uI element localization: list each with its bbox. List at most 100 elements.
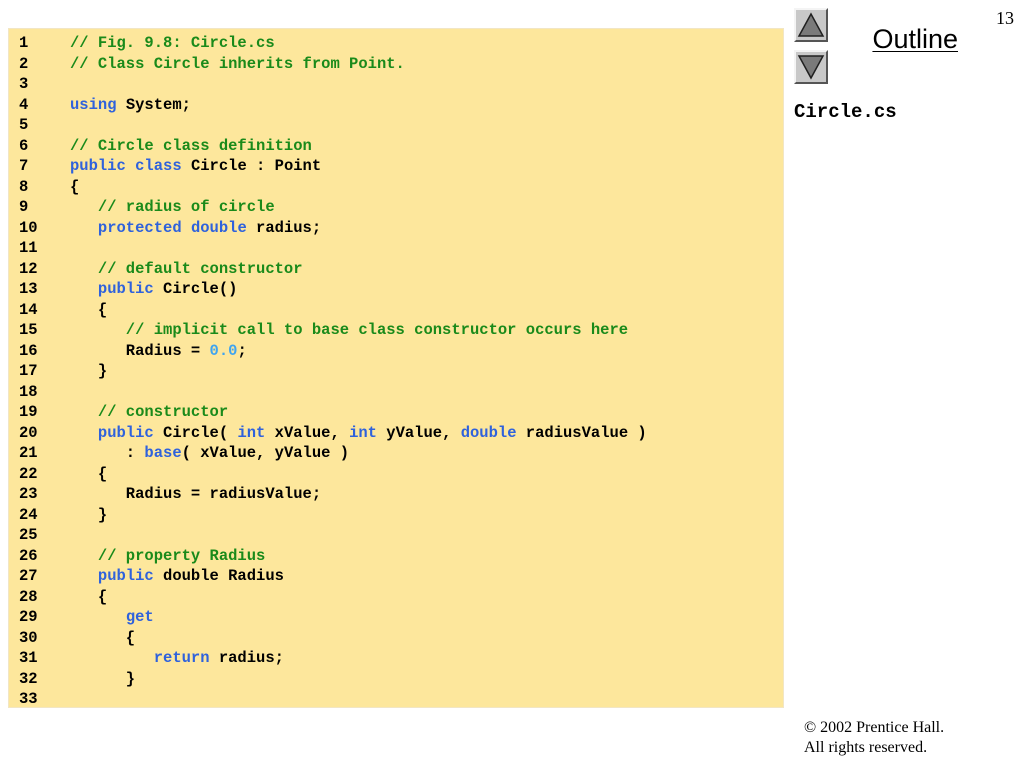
code-token-plain: Circle : Point xyxy=(181,157,322,175)
code-text: } xyxy=(70,505,107,526)
copyright-line-1: © 2002 Prentice Hall. xyxy=(804,719,945,736)
code-text: { xyxy=(70,177,79,198)
code-token-plain: ( xValue, yValue ) xyxy=(181,444,350,462)
code-text: Radius = radiusValue; xyxy=(70,484,321,505)
line-number: 28 xyxy=(19,587,38,606)
code-token-plain: Radius = radiusValue; xyxy=(70,485,322,503)
file-name-label: Circle.cs xyxy=(794,101,897,123)
code-text: public Circle( int xValue, int yValue, d… xyxy=(70,423,647,444)
code-token-plain: { xyxy=(70,587,108,606)
code-text: // property Radius xyxy=(70,546,265,567)
line-number: 22 xyxy=(19,464,38,483)
code-text: { xyxy=(70,628,135,649)
code-text: : base( xValue, yValue ) xyxy=(70,443,349,464)
line-number: 26 xyxy=(19,546,38,565)
previous-slide-button[interactable] xyxy=(794,8,828,42)
line-number: 3 xyxy=(19,75,29,93)
line-number: 15 xyxy=(19,321,38,339)
code-text: // radius of circle xyxy=(70,197,275,218)
line-number: 33 xyxy=(19,690,38,708)
code-text: protected double radius; xyxy=(70,218,321,239)
code-token-keyword: public xyxy=(97,567,154,585)
code-token-plain: radius; xyxy=(246,218,322,237)
code-token-keyword: class xyxy=(135,157,182,175)
code-token-number: 0.0 xyxy=(209,341,238,360)
line-number: 11 xyxy=(19,239,38,257)
code-token-plain: : xyxy=(70,444,145,462)
code-text: using System; xyxy=(70,95,191,116)
code-token-plain: Circle() xyxy=(153,280,238,298)
code-token-comment: // Fig. 9.8: Circle.cs xyxy=(70,34,275,52)
line-number: 5 xyxy=(19,116,29,134)
outline-link[interactable]: Outline xyxy=(872,24,958,55)
code-token-keyword: int xyxy=(237,423,266,442)
code-token-plain: yValue, xyxy=(376,423,461,442)
down-triangle-icon xyxy=(797,55,825,80)
line-number: 25 xyxy=(19,526,38,544)
line-number: 9 xyxy=(19,198,29,216)
code-text: // Fig. 9.8: Circle.cs xyxy=(70,33,275,54)
line-number: 16 xyxy=(19,341,38,360)
code-token-keyword: public xyxy=(70,157,126,175)
code-token-keyword: base xyxy=(144,444,182,462)
copyright-notice: © 2002 Prentice Hall. All rights reserve… xyxy=(804,718,944,758)
code-text: public Circle() xyxy=(70,279,238,300)
code-token-keyword: using xyxy=(70,95,117,114)
line-number: 23 xyxy=(19,485,38,503)
line-number: 24 xyxy=(19,505,38,524)
line-number: 30 xyxy=(19,628,38,647)
code-listing-panel: 1 // Fig. 9.8: Circle.cs 2 // Class Circle … xyxy=(8,28,784,708)
code-text: // constructor xyxy=(70,402,228,423)
code-token-keyword: double xyxy=(190,218,247,237)
code-token-keyword: get xyxy=(125,608,154,626)
line-number: 32 xyxy=(19,669,38,688)
code-token-plain: { xyxy=(70,300,108,319)
code-text: public class Circle : Point xyxy=(70,156,321,177)
code-token-plain: ; xyxy=(237,341,247,360)
line-number: 20 xyxy=(19,423,38,442)
code-token-plain: radius; xyxy=(209,649,284,667)
line-number: 1 xyxy=(19,34,29,52)
line-number: 29 xyxy=(19,608,38,626)
page-number: 13 xyxy=(996,8,1014,28)
next-slide-button[interactable] xyxy=(794,50,828,84)
line-number: 13 xyxy=(19,280,38,298)
line-number: 31 xyxy=(19,649,38,667)
line-number: 19 xyxy=(19,403,38,421)
code-text: } xyxy=(70,669,135,690)
line-number: 4 xyxy=(19,95,29,114)
code-token-plain: { xyxy=(70,464,108,483)
line-number: 27 xyxy=(19,567,38,585)
code-token-keyword: protected xyxy=(97,218,182,237)
line-number: 2 xyxy=(19,54,29,73)
code-token-plain: { xyxy=(70,177,80,196)
copyright-line-2: All rights reserved. xyxy=(804,739,928,756)
code-text: // Circle class definition xyxy=(70,136,312,157)
line-number: 8 xyxy=(19,177,29,196)
line-number: 10 xyxy=(19,218,38,237)
code-token-plain: radiusValue ) xyxy=(516,423,647,442)
code-token-plain: Circle( xyxy=(153,423,238,442)
code-text: // default constructor xyxy=(70,259,303,280)
code-text: Radius = 0.0; xyxy=(70,341,247,362)
code-text: { xyxy=(70,300,107,321)
code-text: // implicit call to base class construct… xyxy=(70,320,628,341)
code-token-plain: xValue, xyxy=(265,423,350,442)
code-token-plain: } xyxy=(70,505,108,524)
code-token-keyword: public xyxy=(97,423,154,442)
code-token-comment: // constructor xyxy=(70,403,229,421)
code-text: get xyxy=(70,607,154,628)
code-token-keyword: public xyxy=(97,280,154,298)
code-token-keyword: double xyxy=(460,423,517,442)
code-token-plain: double Radius xyxy=(153,567,284,585)
code-token-plain: } xyxy=(70,362,108,380)
code-token-plain: } xyxy=(70,669,136,688)
line-number: 17 xyxy=(19,362,38,380)
